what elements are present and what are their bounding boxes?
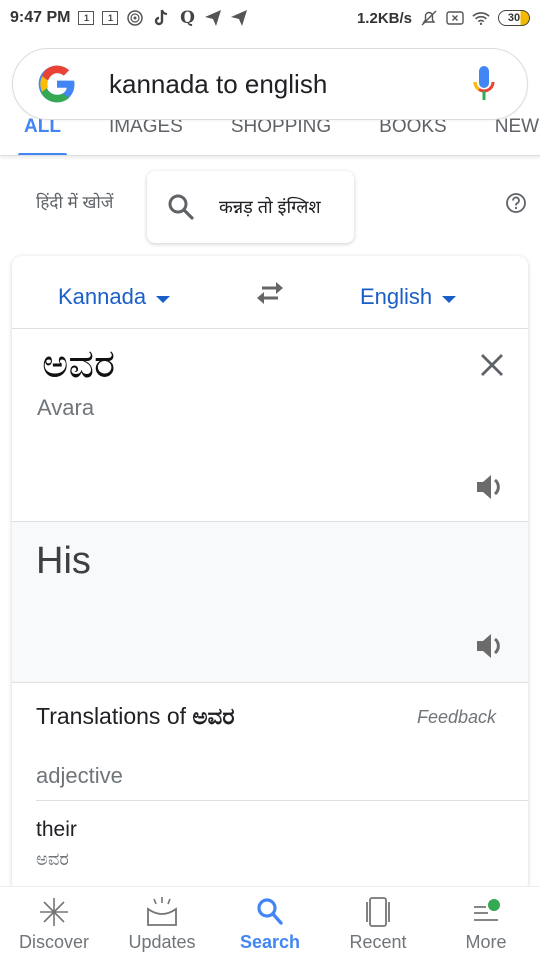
- updates-icon: [147, 897, 177, 926]
- telegram-icon: [204, 9, 222, 27]
- hindi-search-label: हिंदी में खोजें: [36, 193, 114, 212]
- recent-icon: [366, 897, 390, 927]
- network-speed: 1.2KB/s: [356, 9, 412, 27]
- source-text[interactable]: ಅವರ: [42, 341, 115, 387]
- speaker-icon[interactable]: [474, 471, 506, 503]
- clock: 9:47 PM: [10, 9, 71, 26]
- search-bar[interactable]: kannada to english: [12, 48, 528, 120]
- nav-label: Updates: [128, 932, 196, 952]
- more-icon: [474, 899, 500, 921]
- translations-heading-label: Translations of: [36, 703, 186, 729]
- translated-text: His: [36, 540, 91, 582]
- q-app-icon: Q: [180, 8, 195, 28]
- target-language-label: English: [360, 284, 433, 309]
- bottom-navigation: Discover Updates Search Recent More: [0, 886, 540, 960]
- mute-bell-icon: [420, 9, 438, 27]
- source-text-pane[interactable]: ಅವರ Avara: [12, 329, 528, 522]
- divider: [36, 800, 528, 801]
- translate-card: Kannada English ಅವರ Avara His Translatio…: [12, 256, 528, 892]
- feedback-link[interactable]: Feedback: [417, 707, 496, 728]
- tiktok-icon: [152, 9, 170, 27]
- chevron-down-icon: [442, 295, 457, 303]
- hindi-search-chip-text: कन्नड़ तो इंग्लिश: [219, 197, 321, 217]
- microphone-icon[interactable]: [471, 64, 497, 104]
- help-icon[interactable]: [505, 192, 527, 214]
- nav-search[interactable]: Search: [216, 887, 324, 960]
- search-icon: [168, 194, 194, 220]
- translation-entry-back: ಅವರ: [36, 849, 69, 870]
- music-disc-icon: [126, 9, 144, 27]
- nav-discover[interactable]: Discover: [0, 887, 108, 960]
- hindi-search-suggestion: हिंदी में खोजें कन्नड़ तो इंग्लिश: [0, 168, 540, 243]
- target-language-dropdown[interactable]: English: [360, 284, 457, 310]
- chevron-down-icon: [156, 295, 171, 303]
- translation-entry-word[interactable]: their: [36, 818, 77, 842]
- wifi-icon: [472, 9, 490, 27]
- clear-text-icon[interactable]: [478, 351, 506, 379]
- translations-heading-word: ಅವರ: [192, 704, 235, 730]
- translation-output-pane: His: [12, 522, 528, 683]
- calendar-icon: 1: [78, 11, 95, 25]
- source-language-label: Kannada: [58, 284, 147, 309]
- source-transliteration: Avara: [37, 395, 95, 420]
- status-bar: 9:47 PM 1 1 Q 1.2KB/s 30: [0, 0, 540, 36]
- nav-label: More: [465, 932, 507, 952]
- google-logo-icon: [38, 65, 75, 103]
- nav-label: Search: [239, 932, 301, 952]
- discover-icon: [40, 898, 68, 926]
- nav-recent[interactable]: Recent: [324, 887, 432, 960]
- source-language-dropdown[interactable]: Kannada: [58, 284, 171, 310]
- nav-label: Discover: [18, 932, 89, 952]
- nav-updates[interactable]: Updates: [108, 887, 216, 960]
- language-selector-row: Kannada English: [12, 256, 528, 329]
- search-query[interactable]: kannada to english: [109, 69, 471, 100]
- hindi-search-chip[interactable]: कन्नड़ तो इंग्लिश: [147, 171, 354, 243]
- sim-error-icon: [446, 9, 464, 27]
- speaker-icon[interactable]: [474, 630, 506, 662]
- battery-indicator: 30: [498, 10, 530, 26]
- translations-heading: Translations of ಅವರ: [36, 703, 234, 730]
- calendar-icon: 1: [102, 11, 119, 25]
- nav-more[interactable]: More: [432, 887, 540, 960]
- nav-label: Recent: [349, 932, 407, 952]
- telegram-icon: [230, 9, 248, 27]
- google-app-screen: 9:47 PM 1 1 Q 1.2KB/s 30 kannada to engl…: [0, 0, 540, 960]
- swap-languages-icon[interactable]: [252, 278, 288, 308]
- translations-section: Translations of ಅವರ Feedback adjective t…: [12, 683, 528, 892]
- part-of-speech: adjective: [36, 763, 123, 788]
- search-icon: [257, 898, 283, 925]
